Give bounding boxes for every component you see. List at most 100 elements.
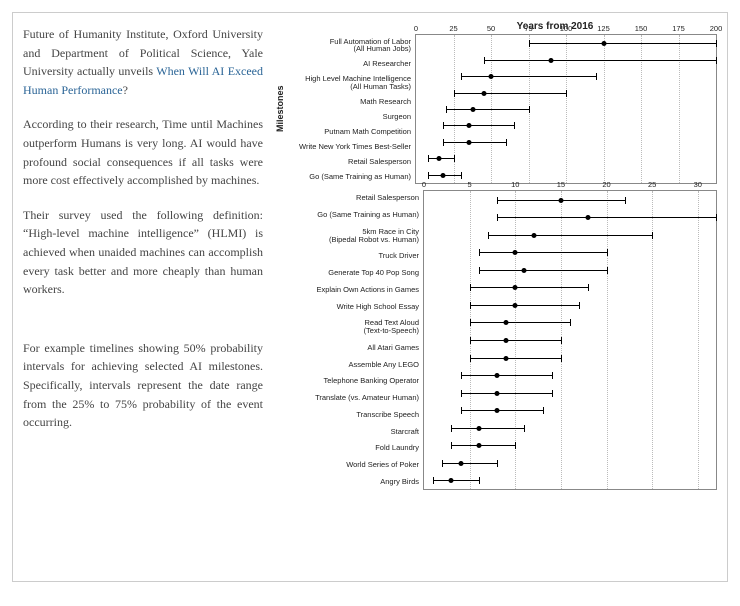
median-dot bbox=[481, 91, 486, 96]
x-tick: 0 bbox=[422, 180, 426, 189]
category-label: Generate Top 40 Pop Song bbox=[285, 269, 419, 277]
paragraph-3: Their survey used the following definiti… bbox=[23, 206, 263, 299]
category-label: All Atari Games bbox=[285, 344, 419, 352]
category-label: Explain Own Actions in Games bbox=[285, 286, 419, 294]
median-dot bbox=[513, 285, 518, 290]
category-label: Read Text Aloud (Text-to-Speech) bbox=[285, 319, 419, 335]
page-container: Future of Humanity Institute, Oxford Uni… bbox=[12, 12, 728, 582]
interval-row bbox=[416, 142, 716, 143]
median-dot bbox=[558, 198, 563, 203]
category-label: Putnam Math Competition bbox=[287, 128, 411, 136]
interval-row bbox=[424, 217, 716, 218]
interval-row bbox=[424, 480, 716, 481]
category-label: Write High School Essay bbox=[285, 303, 419, 311]
x-tick: 5 bbox=[468, 180, 472, 189]
category-label: Transcribe Speech bbox=[285, 411, 419, 419]
median-dot bbox=[586, 215, 591, 220]
interval-row bbox=[424, 463, 716, 464]
median-dot bbox=[504, 320, 509, 325]
median-dot bbox=[549, 58, 554, 63]
interval-row bbox=[424, 322, 716, 323]
median-dot bbox=[441, 173, 446, 178]
category-label: Angry Birds bbox=[285, 478, 419, 486]
x-tick: 50 bbox=[487, 24, 495, 33]
category-label: Go (Same Training as Human) bbox=[287, 173, 411, 181]
interval-row bbox=[424, 393, 716, 394]
x-tick: 25 bbox=[449, 24, 457, 33]
interval-row bbox=[424, 428, 716, 429]
interval-row bbox=[424, 358, 716, 359]
paragraph-1: Future of Humanity Institute, Oxford Uni… bbox=[23, 25, 263, 99]
category-labels-bottom: Retail Salesperson Go (Same Training as H… bbox=[285, 190, 423, 490]
median-dot bbox=[531, 233, 536, 238]
x-tick: 20 bbox=[602, 180, 610, 189]
category-label: World Series of Poker bbox=[285, 461, 419, 469]
median-dot bbox=[471, 107, 476, 112]
interval-row bbox=[424, 200, 716, 201]
chart-bottom: Retail Salesperson Go (Same Training as H… bbox=[273, 190, 717, 490]
category-label: Write New York Times Best-Seller bbox=[287, 143, 411, 151]
category-label: Assemble Any LEGO bbox=[285, 361, 419, 369]
interval-row bbox=[424, 445, 716, 446]
median-dot bbox=[449, 478, 454, 483]
x-tick: 25 bbox=[648, 180, 656, 189]
chart-top: Milestones Full Automation of Labor (All… bbox=[273, 34, 717, 184]
median-dot bbox=[495, 373, 500, 378]
interval-row bbox=[416, 158, 716, 159]
category-label: Starcraft bbox=[285, 428, 419, 436]
category-label: Telephone Banking Operator bbox=[285, 377, 419, 385]
text-column: Future of Humanity Institute, Oxford Uni… bbox=[23, 21, 263, 573]
interval-row bbox=[424, 305, 716, 306]
paragraph-2: According to their research, Time until … bbox=[23, 115, 263, 189]
interval-row bbox=[416, 109, 716, 110]
interval-row bbox=[424, 270, 716, 271]
median-dot bbox=[522, 268, 527, 273]
median-dot bbox=[504, 356, 509, 361]
interval-row bbox=[416, 175, 716, 176]
x-tick: 175 bbox=[672, 24, 685, 33]
interval-row bbox=[424, 375, 716, 376]
paragraph-4: For example timelines showing 50% probab… bbox=[23, 339, 263, 432]
median-dot bbox=[466, 140, 471, 145]
category-label: High Level Machine Intelligence (All Hum… bbox=[287, 75, 411, 91]
interval-row bbox=[424, 410, 716, 411]
category-label: AI Researcher bbox=[287, 60, 411, 68]
chart-title: Years from 2016 bbox=[393, 21, 717, 32]
category-labels-top: Full Automation of Labor (All Human Jobs… bbox=[287, 34, 415, 184]
p1-post: ? bbox=[123, 83, 128, 97]
ylabel-milestones: Milestones bbox=[273, 34, 287, 184]
median-dot bbox=[458, 461, 463, 466]
x-tick: 30 bbox=[694, 180, 702, 189]
category-label: Translate (vs. Amateur Human) bbox=[285, 394, 419, 402]
median-dot bbox=[504, 338, 509, 343]
plot-area-bottom: 051015202530 bbox=[423, 190, 717, 490]
median-dot bbox=[476, 426, 481, 431]
x-tick: 150 bbox=[635, 24, 648, 33]
x-tick: 0 bbox=[414, 24, 418, 33]
x-tick: 15 bbox=[557, 180, 565, 189]
category-label: Full Automation of Labor (All Human Jobs… bbox=[287, 38, 411, 54]
category-label: Retail Salesperson bbox=[285, 194, 419, 202]
interval-row bbox=[416, 125, 716, 126]
median-dot bbox=[513, 303, 518, 308]
x-tick: 200 bbox=[710, 24, 723, 33]
category-label: Fold Laundry bbox=[285, 444, 419, 452]
x-tick: 100 bbox=[560, 24, 573, 33]
category-label: Go (Same Training as Human) bbox=[285, 211, 419, 219]
interval-row bbox=[424, 340, 716, 341]
plot-area-top: 0255075100125150175200 bbox=[415, 34, 717, 184]
interval-row bbox=[424, 287, 716, 288]
x-tick: 125 bbox=[597, 24, 610, 33]
category-label: Math Research bbox=[287, 98, 411, 106]
interval-row bbox=[416, 76, 716, 77]
median-dot bbox=[601, 41, 606, 46]
median-dot bbox=[476, 443, 481, 448]
interval-row bbox=[416, 60, 716, 61]
median-dot bbox=[495, 408, 500, 413]
interval-row bbox=[424, 252, 716, 253]
x-tick: 10 bbox=[511, 180, 519, 189]
category-label: Surgeon bbox=[287, 113, 411, 121]
median-dot bbox=[466, 123, 471, 128]
median-dot bbox=[436, 156, 441, 161]
interval-row bbox=[416, 93, 716, 94]
